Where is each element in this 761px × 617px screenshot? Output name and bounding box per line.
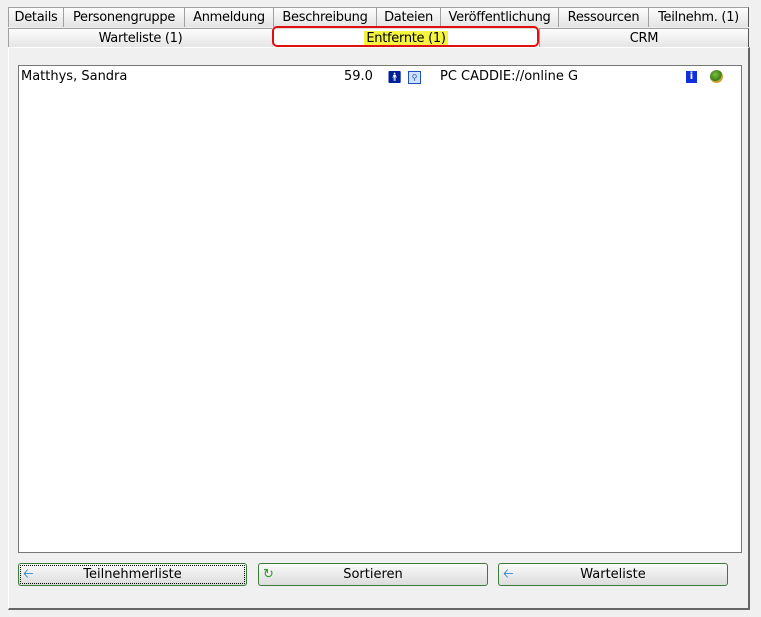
participant-source: PC CADDIE://online G bbox=[440, 69, 579, 84]
golf-bag-icon[interactable] bbox=[710, 70, 723, 83]
search-doc-icon[interactable]: ⚲ bbox=[408, 71, 421, 84]
list-item[interactable]: Matthys, Sandra 59.0 🚹︎ ⚲ PC CADDIE://on… bbox=[21, 69, 739, 85]
sort-label: Sortieren bbox=[343, 567, 403, 582]
tab-crm[interactable]: CRM bbox=[539, 28, 749, 48]
tab-anmeldung[interactable]: Anmeldung bbox=[184, 7, 274, 27]
tab-teilnehmer[interactable]: Teilnehm. (1) bbox=[648, 7, 749, 27]
tab-warteliste[interactable]: Warteliste (1) bbox=[8, 28, 273, 48]
refresh-icon: ↻ bbox=[263, 567, 274, 582]
tab-details[interactable]: Details bbox=[8, 7, 64, 27]
tab-ressourcen[interactable]: Ressourcen bbox=[558, 7, 649, 27]
waitlist-label: Warteliste bbox=[580, 567, 646, 582]
annotation-highlight-box bbox=[272, 26, 539, 47]
participants-list-button[interactable]: 🡠 Teilnehmerliste bbox=[18, 563, 247, 586]
sort-button[interactable]: ↻ Sortieren bbox=[258, 563, 488, 586]
participant-handicap: 59.0 bbox=[344, 69, 373, 84]
person-icon: 🚹︎ bbox=[387, 70, 403, 84]
participants-list-label: Teilnehmerliste bbox=[83, 567, 182, 582]
info-icon[interactable]: i bbox=[686, 71, 697, 83]
arrow-left-icon: 🡠 bbox=[23, 567, 34, 582]
tab-personengruppe[interactable]: Personengruppe bbox=[63, 7, 185, 27]
removed-participants-list[interactable]: Matthys, Sandra 59.0 🚹︎ ⚲ PC CADDIE://on… bbox=[18, 65, 742, 553]
tab-dateien[interactable]: Dateien bbox=[376, 7, 441, 27]
waitlist-button[interactable]: 🡠 Warteliste bbox=[498, 563, 728, 586]
tab-beschreibung[interactable]: Beschreibung bbox=[273, 7, 377, 27]
participant-name: Matthys, Sandra bbox=[21, 69, 128, 84]
arrow-left-icon: 🡠 bbox=[503, 567, 514, 582]
tab-veroeffentlichung[interactable]: Veröffentlichung bbox=[440, 7, 559, 27]
